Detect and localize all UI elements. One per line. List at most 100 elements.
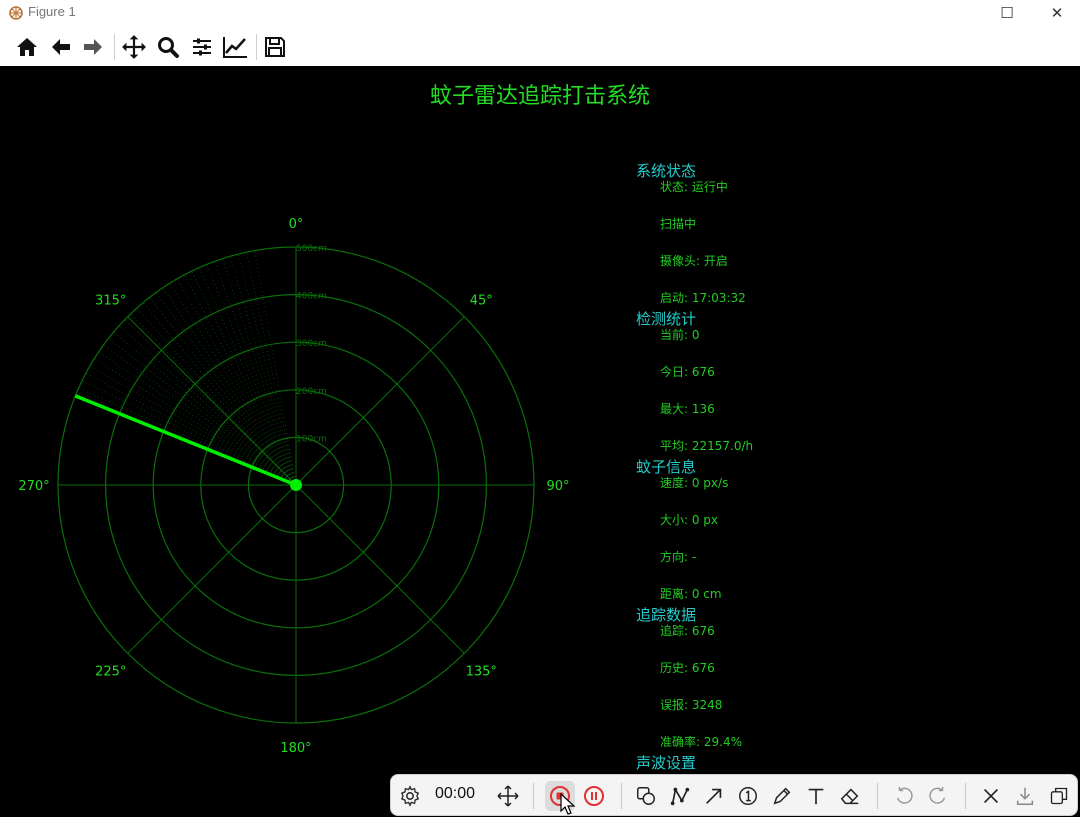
angle-label: 0°: [289, 217, 304, 232]
maximize-icon: ☐: [1000, 4, 1014, 22]
number-marker-icon: [739, 787, 757, 805]
home-icon: [17, 38, 37, 56]
matplotlib-toolbar: [0, 26, 1080, 66]
info-item: 最大: 136: [660, 402, 715, 416]
info-item: 启动: 17:03:32: [660, 291, 746, 305]
info-item: 准确率: 29.4%: [660, 735, 742, 749]
pen-tool-button[interactable]: [767, 781, 797, 811]
save-icon: [265, 37, 285, 57]
range-label: 200cm: [296, 387, 327, 397]
toolbar-separator: [114, 34, 115, 60]
undo-button[interactable]: [889, 781, 919, 811]
maximize-button[interactable]: ☐: [984, 0, 1030, 26]
arrow-icon: [706, 788, 722, 804]
zoom-button[interactable]: [154, 33, 182, 61]
sweep-trail-line: [183, 274, 297, 486]
sweep-trail-line: [191, 270, 297, 486]
forward-button[interactable]: [79, 33, 107, 61]
arrow-tool-button[interactable]: [699, 781, 729, 811]
info-item: 当前: 0: [660, 328, 700, 342]
angle-label: 45°: [470, 294, 493, 309]
angle-label: 315°: [95, 294, 126, 309]
window-title: Figure 1: [28, 4, 76, 19]
zoom-icon: [158, 37, 179, 58]
move-toolbar-button[interactable]: [493, 781, 523, 811]
text-tool-button[interactable]: [801, 781, 831, 811]
sweep-trail-line: [206, 264, 297, 486]
range-label: 300cm: [296, 339, 327, 349]
shapes-icon: [637, 787, 655, 805]
sweep-trail-line: [246, 252, 297, 486]
sweep-line: [74, 394, 297, 487]
back-button[interactable]: [47, 33, 75, 61]
save-button[interactable]: [261, 33, 289, 61]
sweep-trail-line: [103, 344, 297, 486]
edit-axes-button[interactable]: [221, 33, 249, 61]
angle-spoke: [295, 484, 465, 654]
toolbar-separator: [965, 783, 966, 809]
radar-plot: 100cm 200cm 300cm 400cm 500cm 0° 45° 90° 135° 180…: [18, 217, 569, 756]
redo-button[interactable]: [923, 781, 953, 811]
toolbar-separator: [533, 783, 534, 809]
configure-subplots-button[interactable]: [188, 33, 216, 61]
sweep-trail-line: [118, 325, 297, 486]
configure-subplots-icon: [193, 38, 211, 56]
copy-icon: [1050, 787, 1068, 805]
pan-button[interactable]: [120, 33, 148, 61]
info-item: 历史: 676: [660, 661, 715, 675]
close-button[interactable]: ✕: [1034, 0, 1080, 26]
step-marker-tool-button[interactable]: [733, 781, 763, 811]
info-item: 今日: 676: [660, 365, 715, 379]
download-button[interactable]: [1010, 781, 1040, 811]
move-icon: [497, 785, 519, 807]
eraser-tool-button[interactable]: [835, 781, 865, 811]
sweep-trail-line: [93, 358, 297, 486]
sweep-trail-line: [237, 253, 297, 486]
toolbar-separator: [256, 34, 257, 60]
eraser-icon: [840, 788, 859, 805]
info-item: 距离: 0 cm: [660, 587, 722, 601]
pause-icon: [584, 786, 604, 806]
angle-label: 270°: [18, 479, 49, 494]
polyline-tool-button[interactable]: [665, 781, 695, 811]
discard-recording-button[interactable]: [976, 781, 1006, 811]
info-item: 摄像头: 开启: [660, 254, 728, 268]
back-arrow-icon: [52, 39, 70, 55]
sweep-trail-line: [81, 380, 297, 486]
info-item: 平均: 22157.0/h: [660, 439, 754, 453]
radar-center-dot: [290, 479, 302, 491]
sweep-trail-line: [89, 365, 297, 486]
edit-axes-icon: [223, 37, 247, 58]
copy-button[interactable]: [1044, 781, 1074, 811]
info-item: 追踪: 676: [660, 624, 715, 638]
forward-arrow-icon: [84, 39, 102, 55]
sweep-trail-line: [169, 282, 297, 486]
toolbar-separator: [877, 783, 878, 809]
angle-spoke: [127, 316, 297, 486]
range-label: 400cm: [296, 292, 327, 302]
redo-icon: [929, 786, 946, 804]
shapes-tool-button[interactable]: [631, 781, 661, 811]
pan-icon: [122, 35, 146, 59]
close-icon: [983, 788, 999, 804]
sweep-trail-line: [108, 338, 297, 486]
info-item: 误报: 3248: [660, 698, 723, 712]
text-icon: [808, 788, 824, 805]
pause-recording-button[interactable]: [579, 781, 609, 811]
pencil-icon: [773, 787, 791, 805]
angle-label: 180°: [280, 741, 311, 756]
settings-button[interactable]: [395, 781, 425, 811]
range-label: 500cm: [296, 244, 327, 254]
window-title-bar: Figure 1 ☐ ✕: [0, 0, 1080, 26]
home-button[interactable]: [13, 33, 41, 61]
info-item: 方向: -: [660, 550, 697, 564]
mouse-cursor-icon: [560, 793, 576, 815]
info-item: 速度: 0 px/s: [660, 476, 729, 490]
toolbar-separator: [621, 783, 622, 809]
angle-label: 225°: [95, 664, 126, 679]
screen-recording-toolbar: 00:00: [390, 774, 1078, 816]
figure-canvas[interactable]: 蚊子雷达追踪打击系统 100cm 200cm 300cm 400cm 500cm 0° 45…: [0, 66, 1080, 817]
sweep-trail-line: [136, 307, 297, 486]
angle-spoke: [127, 484, 297, 654]
info-item: 状态: 运行中: [660, 180, 728, 194]
